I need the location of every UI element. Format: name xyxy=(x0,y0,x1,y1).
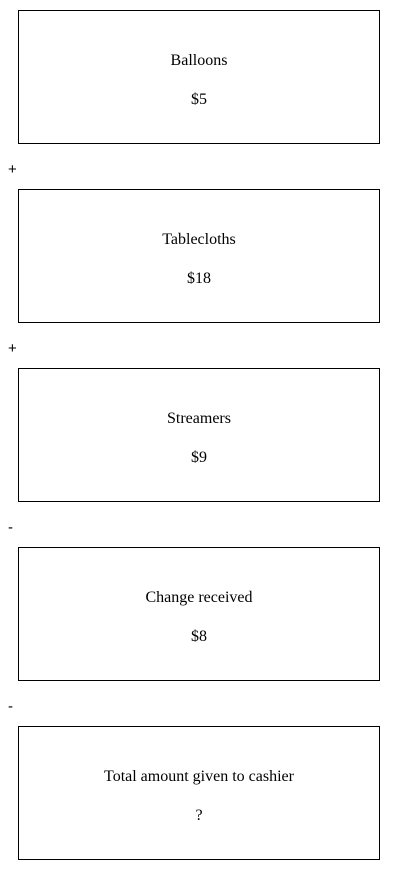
item-box-streamers: Streamers $9 xyxy=(18,368,380,502)
item-box-balloons: Balloons $5 xyxy=(18,10,380,144)
operator-minus: - xyxy=(8,698,13,715)
item-price: $18 xyxy=(187,270,211,287)
item-price: $8 xyxy=(191,628,207,645)
item-box-total-given: Total amount given to cashier ? xyxy=(18,726,380,860)
operator-plus: + xyxy=(8,161,17,178)
operator-minus: - xyxy=(8,519,13,536)
item-box-tablecloths: Tablecloths $18 xyxy=(18,189,380,323)
item-price: $5 xyxy=(191,91,207,108)
item-label: Tablecloths xyxy=(162,231,236,248)
item-label: Change received xyxy=(145,589,253,606)
item-label: Total amount given to cashier xyxy=(104,768,294,785)
item-price: $9 xyxy=(191,449,207,466)
item-label: Streamers xyxy=(167,410,231,427)
item-box-change-received: Change received $8 xyxy=(18,547,380,681)
operator-plus: + xyxy=(8,340,17,357)
item-label: Balloons xyxy=(170,52,228,69)
unknown-value: ? xyxy=(195,807,203,824)
